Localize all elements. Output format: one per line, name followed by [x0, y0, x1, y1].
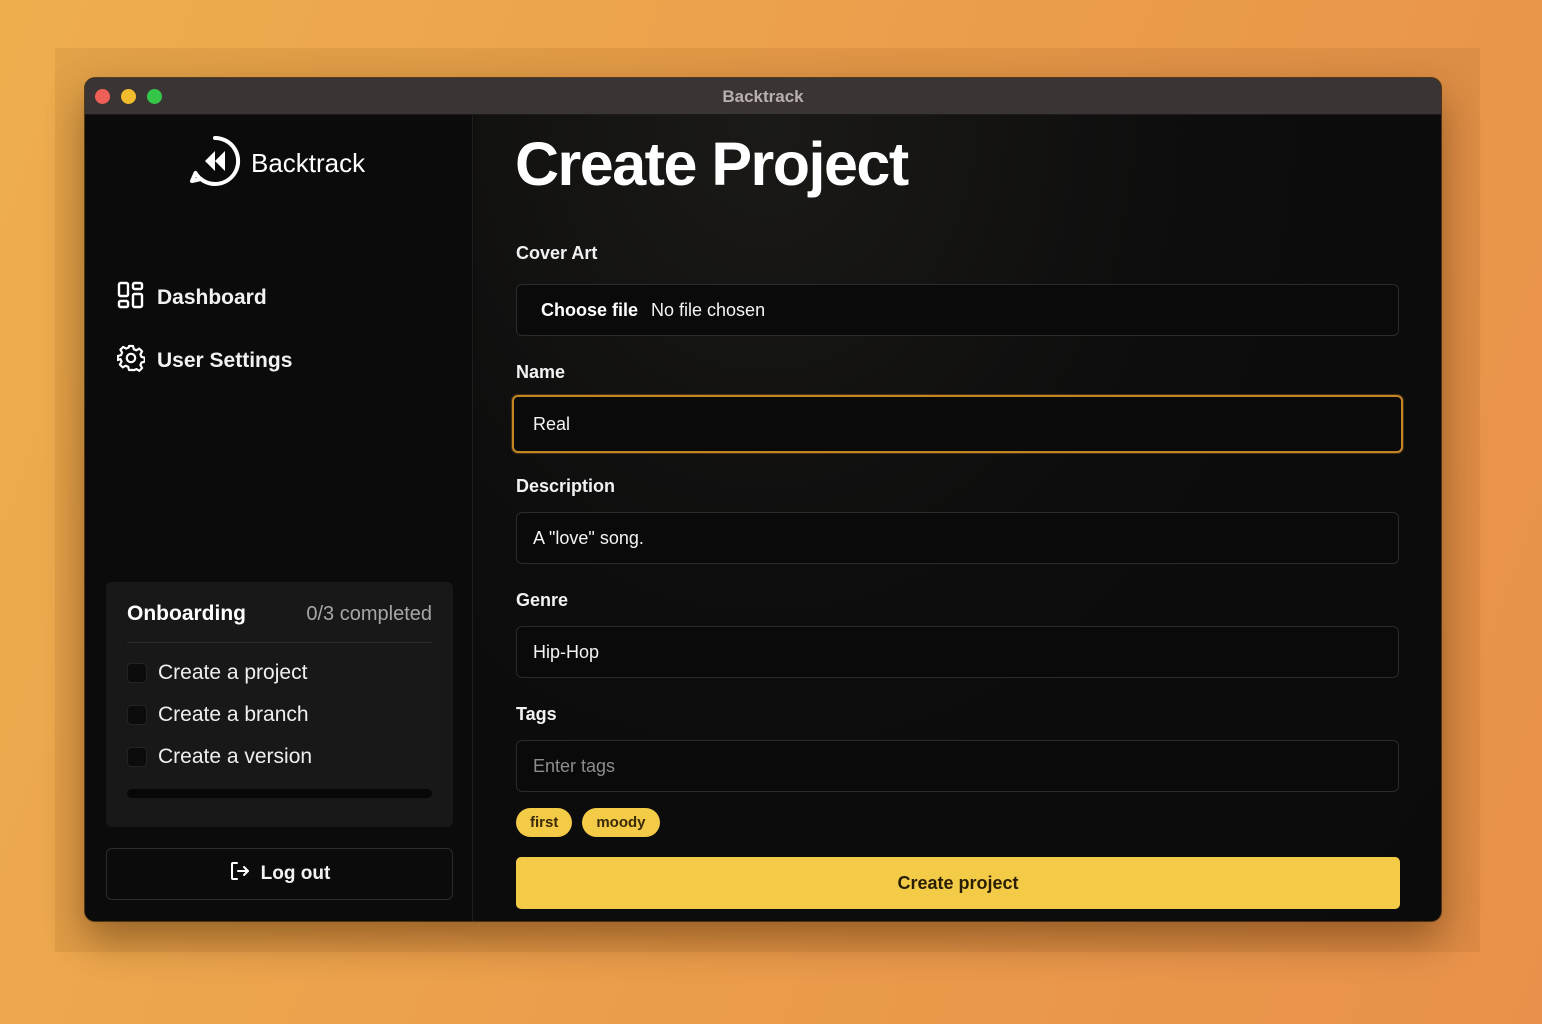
- logout-icon: [229, 860, 251, 888]
- choose-file-button[interactable]: Choose file: [541, 300, 638, 321]
- rewind-logo-icon: [189, 135, 241, 192]
- tag-list: first moody: [516, 808, 670, 837]
- onboarding-header: Onboarding 0/3 completed: [127, 602, 432, 643]
- create-project-button[interactable]: Create project: [516, 857, 1400, 909]
- genre-input[interactable]: [533, 641, 1382, 663]
- task-label: Create a project: [158, 661, 308, 684]
- cover-art-label: Cover Art: [516, 243, 598, 263]
- onboarding-title: Onboarding: [127, 602, 246, 625]
- name-field[interactable]: [512, 395, 1403, 453]
- dashboard-grid-icon: [117, 281, 145, 315]
- onboarding-count: 0/3 completed: [306, 602, 432, 625]
- description-field[interactable]: [516, 512, 1399, 564]
- genre-field[interactable]: [516, 626, 1399, 678]
- logout-button[interactable]: Log out: [106, 848, 453, 900]
- logout-label: Log out: [260, 863, 331, 884]
- genre-label: Genre: [516, 590, 569, 610]
- task-checkbox[interactable]: [127, 705, 147, 725]
- description-label: Description: [516, 476, 616, 496]
- onboarding-task[interactable]: Create a project: [127, 661, 432, 685]
- tags-input[interactable]: [533, 755, 1382, 777]
- window-title: Backtrack: [722, 87, 804, 106]
- sidebar-item-label: User Settings: [157, 349, 293, 372]
- name-label: Name: [516, 362, 566, 382]
- description-input[interactable]: [533, 527, 1382, 549]
- task-checkbox[interactable]: [127, 747, 147, 767]
- name-input[interactable]: [533, 413, 1385, 435]
- sidebar-item-user-settings[interactable]: User Settings: [116, 344, 293, 378]
- sidebar-item-label: Dashboard: [157, 286, 267, 309]
- tags-label: Tags: [516, 704, 557, 724]
- sidebar-item-dashboard[interactable]: Dashboard: [117, 281, 267, 315]
- main-content: Create Project Cover Art Choose file No …: [474, 115, 1441, 921]
- tag-chip[interactable]: first: [516, 808, 573, 837]
- file-status: No file chosen: [651, 299, 766, 320]
- onboarding-task[interactable]: Create a branch: [127, 703, 432, 727]
- task-label: Create a version: [158, 745, 313, 768]
- logo-text: Backtrack: [251, 148, 366, 178]
- title-bar: Backtrack: [85, 78, 1441, 115]
- page-title: Create Project: [515, 130, 909, 198]
- app-logo[interactable]: Backtrack: [189, 135, 365, 192]
- task-label: Create a branch: [158, 703, 309, 726]
- onboarding-task[interactable]: Create a version: [127, 745, 432, 769]
- app-window: Backtrack Backtrack Dashboard User Setti…: [85, 78, 1441, 921]
- onboarding-progress-bar: [127, 789, 432, 798]
- task-checkbox[interactable]: [127, 663, 147, 683]
- tags-field[interactable]: [516, 740, 1399, 792]
- cover-art-file-input[interactable]: Choose file No file chosen: [516, 284, 1399, 336]
- onboarding-panel: Onboarding 0/3 completed Create a projec…: [106, 582, 453, 827]
- gear-icon: [116, 344, 146, 378]
- tag-chip[interactable]: moody: [582, 808, 660, 837]
- sidebar: Backtrack Dashboard User Settings Onboar…: [85, 115, 473, 921]
